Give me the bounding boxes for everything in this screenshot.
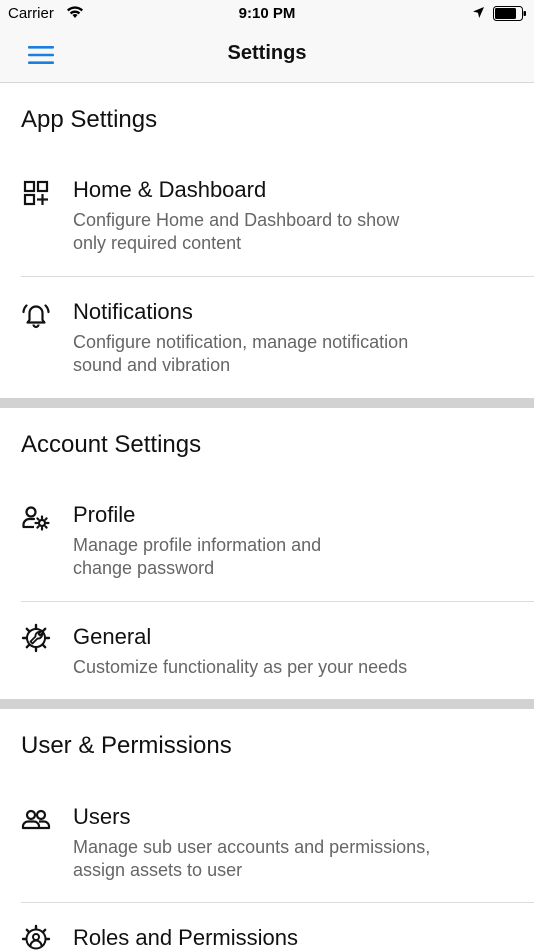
location-icon [473, 7, 484, 18]
user-gear-icon [22, 506, 50, 531]
row-divider [21, 601, 534, 602]
bell-alarm-icon [22, 304, 50, 329]
settings-item-description: Configure notification, manage notificat… [73, 332, 409, 375]
section-title-account-settings: Account Settings [21, 431, 202, 458]
row-divider [21, 902, 534, 903]
settings-item-description: Manage profile information and change pa… [73, 535, 322, 578]
settings-item-description: Configure Home and Dashboard to show onl… [73, 210, 400, 253]
status-time: 9:10 PM [238, 5, 296, 22]
dashboard-grid-icon [23, 180, 49, 206]
settings-item-title: General [73, 624, 152, 649]
settings-item-roles-permissions[interactable]: Roles and Permissions [0, 920, 534, 950]
settings-item-title: Roles and Permissions [73, 925, 298, 950]
settings-item-home-dashboard[interactable]: Home & Dashboard Configure Home and Dash… [0, 172, 534, 276]
settings-item-description: Customize functionality as per your need… [73, 657, 408, 677]
settings-item-title: Profile [73, 502, 136, 527]
settings-item-description: Manage sub user accounts and permissions… [73, 837, 431, 880]
users-icon [21, 809, 51, 830]
settings-item-notifications[interactable]: Notifications Configure notification, ma… [0, 294, 534, 398]
wrench-gear-icon [21, 623, 51, 653]
settings-item-users[interactable]: Users Manage sub user accounts and permi… [0, 799, 534, 903]
page-title: Settings [227, 42, 307, 64]
settings-item-profile[interactable]: Profile Manage profile information and c… [0, 497, 534, 601]
section-title-user-permissions: User & Permissions [21, 732, 232, 759]
user-gear-circle-icon [21, 924, 51, 950]
section-divider [0, 699, 534, 709]
row-divider [21, 276, 534, 277]
settings-item-title: Notifications [73, 299, 193, 324]
battery-icon [493, 6, 526, 21]
section-divider [0, 398, 534, 408]
section-title-app-settings: App Settings [21, 106, 158, 133]
settings-item-general[interactable]: General Customize functionality as per y… [0, 619, 534, 699]
status-bar: Carrier 9:10 PM [0, 0, 534, 28]
settings-item-title: Home & Dashboard [73, 177, 267, 202]
nav-bar: Settings [0, 28, 534, 83]
settings-item-title: Users [73, 804, 131, 829]
